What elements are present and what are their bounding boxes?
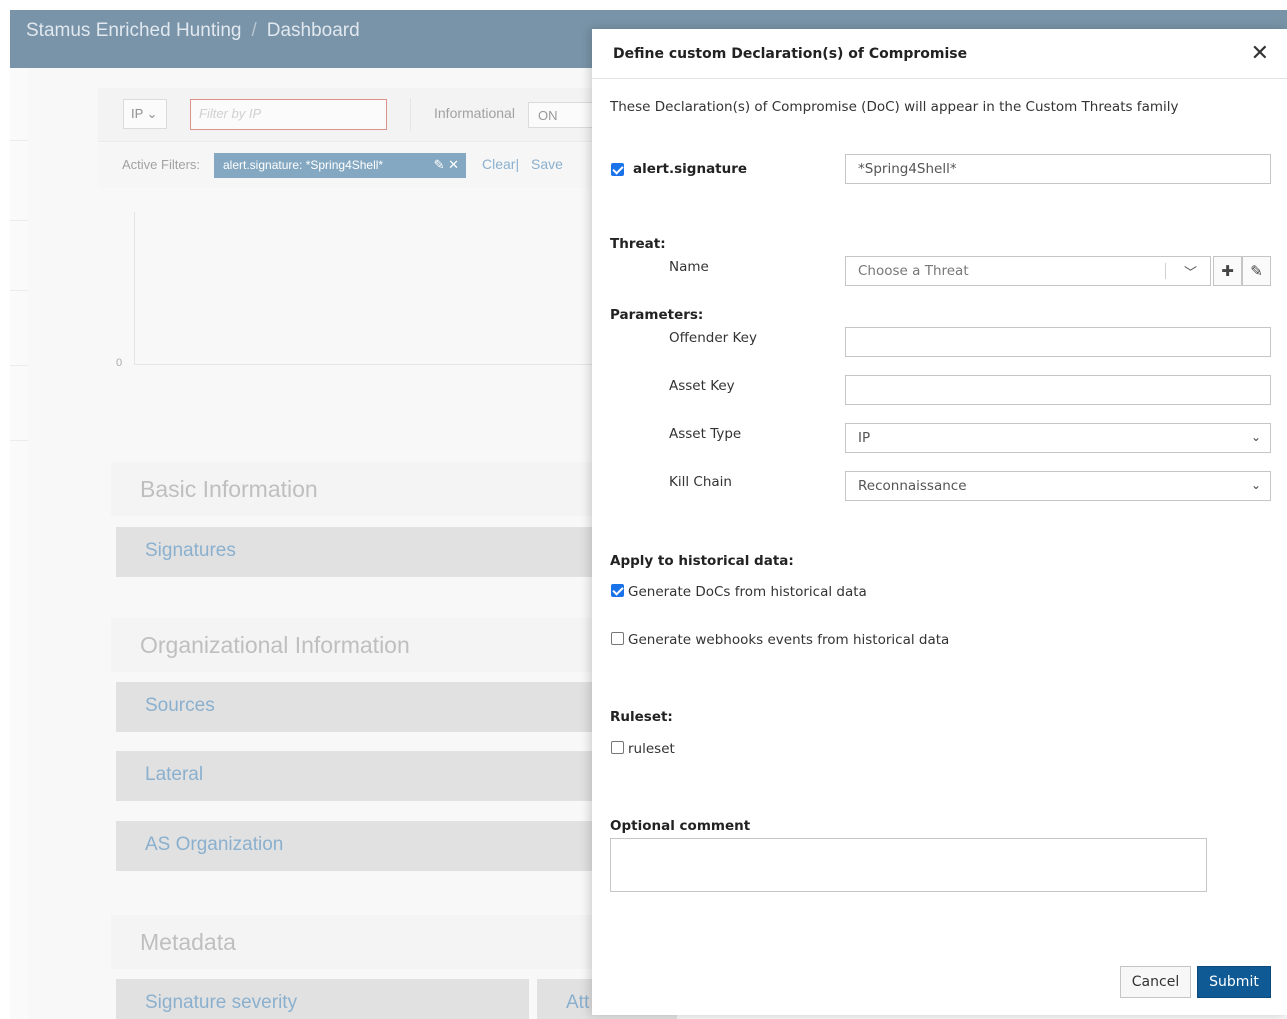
pencil-icon: ✎ xyxy=(1250,262,1263,280)
signature-field-label: alert.signature xyxy=(633,161,748,177)
threat-heading: Threat: xyxy=(610,236,666,252)
divider xyxy=(1165,263,1166,279)
add-threat-button[interactable]: ✚ xyxy=(1213,256,1242,286)
ruleset-checkbox[interactable] xyxy=(611,741,624,754)
ruleset-label[interactable]: ruleset xyxy=(628,741,675,757)
modal-description: These Declaration(s) of Compromise (DoC)… xyxy=(610,99,1179,115)
threat-name-label: Name xyxy=(669,259,709,275)
comment-heading: Optional comment xyxy=(610,818,751,834)
cancel-button[interactable]: Cancel xyxy=(1120,966,1191,998)
close-icon[interactable]: ✕ xyxy=(1251,41,1269,66)
asset-key-label: Asset Key xyxy=(669,378,735,394)
custom-doc-modal: Define custom Declaration(s) of Compromi… xyxy=(592,29,1287,1015)
modal-title: Define custom Declaration(s) of Compromi… xyxy=(613,46,968,62)
submit-button[interactable]: Submit xyxy=(1197,966,1271,998)
kill-chain-select[interactable]: Reconnaissance ⌄ xyxy=(845,471,1271,501)
signature-checkbox[interactable] xyxy=(611,163,624,176)
generate-webhooks-checkbox[interactable] xyxy=(611,632,624,645)
offender-key-input[interactable] xyxy=(845,327,1271,357)
asset-type-label: Asset Type xyxy=(669,426,742,442)
kill-chain-value: Reconnaissance xyxy=(858,478,967,494)
chevron-down-icon[interactable]: ﹀ xyxy=(1184,262,1197,281)
asset-key-input[interactable] xyxy=(845,375,1271,405)
asset-type-select[interactable]: IP ⌄ xyxy=(845,423,1271,453)
comment-textarea[interactable] xyxy=(610,838,1207,892)
ruleset-heading: Ruleset: xyxy=(610,709,673,725)
chevron-down-icon: ⌄ xyxy=(1250,478,1261,492)
signature-value-input[interactable]: *Spring4Shell* xyxy=(845,154,1271,184)
parameters-heading: Parameters: xyxy=(610,307,704,323)
offender-key-label: Offender Key xyxy=(669,330,757,346)
chevron-down-icon: ⌄ xyxy=(1250,430,1261,444)
plus-icon: ✚ xyxy=(1221,262,1234,280)
modal-header: Define custom Declaration(s) of Compromi… xyxy=(592,29,1287,79)
edit-threat-button[interactable]: ✎ xyxy=(1242,256,1271,286)
threat-select[interactable]: Choose a Threat ﹀ xyxy=(845,256,1211,286)
generate-docs-label[interactable]: Generate DoCs from historical data xyxy=(628,584,867,600)
historical-heading: Apply to historical data: xyxy=(610,553,794,569)
generate-docs-checkbox[interactable] xyxy=(611,584,624,597)
asset-type-value: IP xyxy=(858,430,871,446)
generate-webhooks-label[interactable]: Generate webhooks events from historical… xyxy=(628,632,949,648)
kill-chain-label: Kill Chain xyxy=(669,474,732,490)
threat-select-placeholder: Choose a Threat xyxy=(858,263,969,279)
